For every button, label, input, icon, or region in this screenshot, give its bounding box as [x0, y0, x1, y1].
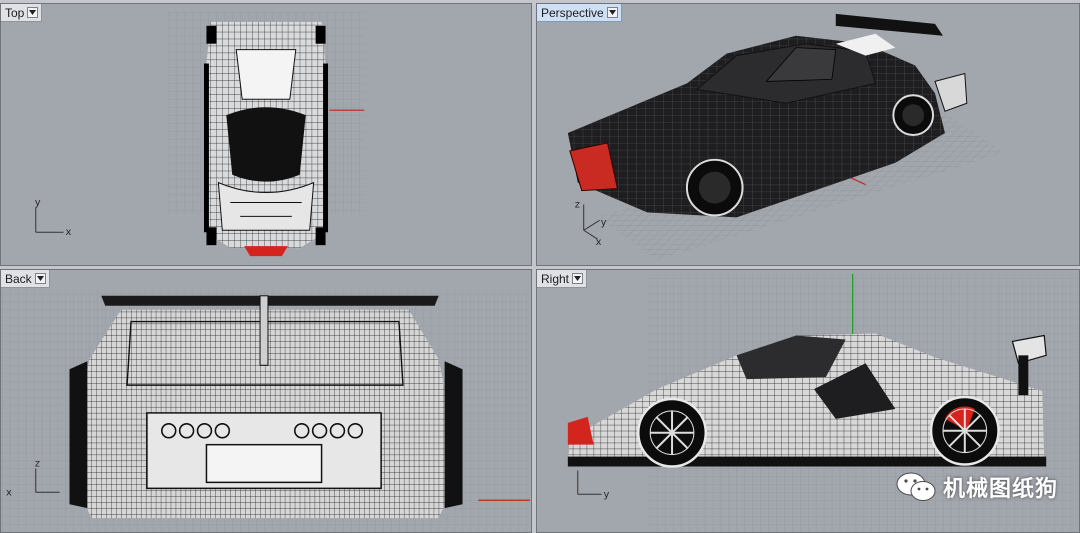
- top-view-canvas: x y: [35, 11, 365, 257]
- viewport-label-top[interactable]: Top: [1, 4, 43, 22]
- rear-wheel: [929, 395, 1000, 466]
- wechat-icon: [896, 472, 936, 501]
- car-back-model: [69, 295, 463, 519]
- viewport-label-perspective[interactable]: Perspective: [537, 4, 622, 22]
- axis-indicator: x y: [35, 197, 72, 238]
- watermark: 机械图纸狗: [896, 471, 1058, 503]
- viewport-label-right[interactable]: Right: [537, 270, 588, 288]
- viewport-perspective[interactable]: Perspective x y z: [536, 3, 1080, 266]
- axis-label-z: z: [35, 459, 40, 470]
- axis-label-y: y: [35, 197, 41, 208]
- viewport-label-back[interactable]: Back: [1, 270, 50, 288]
- axis-indicator: y: [577, 470, 610, 500]
- back-view-canvas: x z: [2, 289, 530, 532]
- perspective-view-canvas: x y z: [567, 13, 1005, 261]
- viewport-title: Top: [5, 5, 25, 20]
- axis-label-z: z: [575, 199, 580, 210]
- axis-label-x: x: [596, 237, 602, 248]
- axis-label-x: x: [66, 227, 72, 238]
- viewport-title: Perspective: [541, 5, 604, 20]
- axis-label-x: x: [6, 487, 12, 498]
- chevron-down-icon[interactable]: [572, 273, 584, 284]
- watermark-text: 机械图纸狗: [942, 477, 1058, 502]
- viewport-top[interactable]: Top x y: [0, 3, 532, 266]
- chevron-down-icon[interactable]: [606, 7, 618, 18]
- car-top-model: [203, 21, 329, 257]
- front-wheel: [637, 397, 708, 468]
- chevron-down-icon[interactable]: [27, 7, 39, 18]
- car-perspective-model: [567, 13, 968, 218]
- viewport-title: Right: [541, 271, 570, 286]
- axis-label-y: y: [601, 217, 607, 228]
- chevron-down-icon[interactable]: [34, 273, 46, 284]
- axis-label-y: y: [604, 489, 610, 500]
- viewport-title: Back: [5, 271, 32, 286]
- axis-indicator: x y z: [575, 199, 607, 248]
- viewport-back[interactable]: Back x z: [0, 269, 532, 533]
